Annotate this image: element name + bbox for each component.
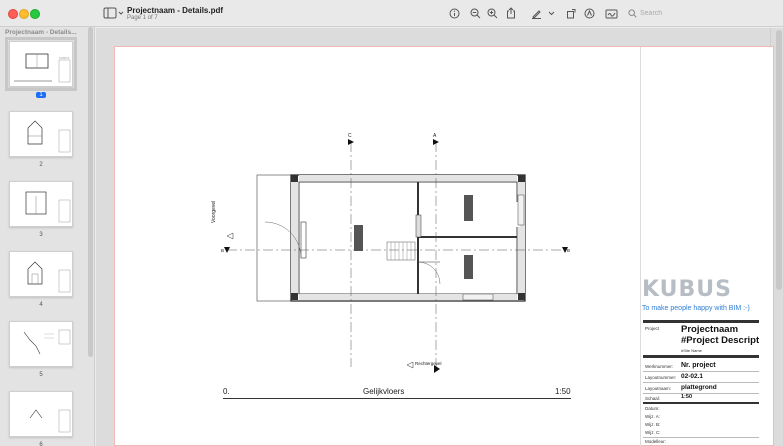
page-thumbnail-3[interactable] [9,181,73,227]
highlight-icon [584,8,594,18]
floor-name: Gelijkvloers [363,387,405,396]
markup-menu-button[interactable] [547,5,555,21]
document-title: Projectnaam - Details.pdf [127,6,224,15]
page-thumbnail-4[interactable] [9,251,73,297]
page-indicator: Page 1 of 7 [127,15,158,21]
section-mark-b-left: B [221,248,225,253]
minimize-window-button[interactable] [19,9,29,19]
search-input[interactable] [640,9,760,17]
toolbar: Projectnaam - Details.pdf Page 1 of 7 [0,0,783,27]
project-label: Project [645,326,660,331]
zoom-out-button[interactable] [469,5,481,21]
share-button[interactable] [505,5,517,21]
share-icon [507,7,515,19]
floor-title-underline [223,398,571,399]
page-number-4[interactable]: 4 [36,302,46,308]
rotate-button[interactable] [565,5,577,21]
info-button[interactable] [448,5,460,21]
section-mark-b-right: B [567,248,571,253]
sidebar-scrollbar[interactable] [88,27,93,357]
search-field[interactable] [625,6,775,20]
werknummer-value: Nr. project [681,362,716,369]
schaal-value: 1:50 [681,394,693,400]
rotate-icon [566,8,575,18]
site-name: #Site Name [681,348,702,353]
page-number-1[interactable]: 1 [36,92,46,98]
titleblock-divider [640,47,641,446]
titleblock-rule [643,320,759,323]
zoom-in-icon [487,8,497,18]
thumbnail-section [25,191,71,223]
titleblock-line [643,437,759,438]
page-number-3[interactable]: 3 [36,232,46,238]
markup-button[interactable] [530,5,542,21]
svg-text:KUBUS: KUBUS [59,56,69,60]
zoom-in-button[interactable] [486,5,498,21]
thumbnail-detail [23,329,71,355]
titleblock-line [643,371,759,372]
floor-level: 0. [223,387,230,396]
page-thumbnail-1[interactable]: KUBUS [5,37,77,91]
titleblock-rule [643,355,759,358]
wijz-a-label: Wijz. A: [645,414,661,419]
page-number-6[interactable]: 6 [36,442,46,446]
werknummer-label: Werknummer: [645,364,674,369]
signature-icon [605,9,617,18]
layoutnaam-label: Layoutnaam: [645,386,672,391]
viewer-scrollbar[interactable] [776,30,782,290]
fullscreen-window-button[interactable] [30,9,40,19]
project-description: #Project Description [681,335,759,346]
page-thumbnail-2[interactable] [9,111,73,157]
thumbnail-section [27,120,71,153]
brand-tagline: To make people happy with BIM :-) [642,305,750,312]
page-number-2[interactable]: 2 [36,162,46,168]
page-number-5[interactable]: 5 [36,372,46,378]
wijz-b-label: Wijz. B: [645,422,661,427]
pdf-page: C A B B Voorgevel Rechtergevel 0. Gelijk… [114,46,774,446]
facade-label-bottom: Rechtergevel [415,361,442,366]
thumbnail-sidebar: Projectnaam - Details.... KUBUS 1 2 3 4 … [0,27,95,446]
schaal-label: Schaal: [645,396,661,401]
sign-button[interactable] [604,5,618,21]
pen-icon [531,9,541,19]
section-mark-c: C [348,133,352,139]
titleblock-line [643,382,759,383]
wijz-c-label: Wijz. C: [645,430,661,435]
facade-label-left: Voorgevel [211,200,217,223]
layoutnummer-label: Layoutnummer: [645,375,677,380]
thumbnail-detail [29,409,71,433]
project-name: Projectnaam [681,324,739,335]
close-window-button[interactable] [8,9,18,19]
drawing-scale: 1:50 [555,387,571,396]
sidebar-toggle-button[interactable] [103,5,125,21]
titleblock-rule [643,402,759,404]
sidebar-title: Projectnaam - Details.... [5,29,77,36]
zoom-out-icon [470,8,480,18]
thumbnail-section [27,261,71,293]
search-icon [628,8,637,18]
layoutnaam-value: plattegrond [681,384,717,391]
highlight-button[interactable] [583,5,595,21]
titleblock-line [643,393,759,394]
brand-logo: KUBUS [642,277,733,302]
page-thumbnail-6[interactable] [9,391,73,437]
datum-label: Datum: [645,406,660,411]
section-mark-a: A [433,133,437,139]
info-icon [449,8,459,18]
sidebar-icon [103,7,124,19]
modelleur-label: Modelleur: [645,439,667,444]
layoutnummer-value: 02-02.1 [681,373,704,380]
thumbnail-floorplan: KUBUS [14,53,71,83]
page-thumbnail-5[interactable] [9,321,73,367]
chevron-down-icon [548,11,554,15]
